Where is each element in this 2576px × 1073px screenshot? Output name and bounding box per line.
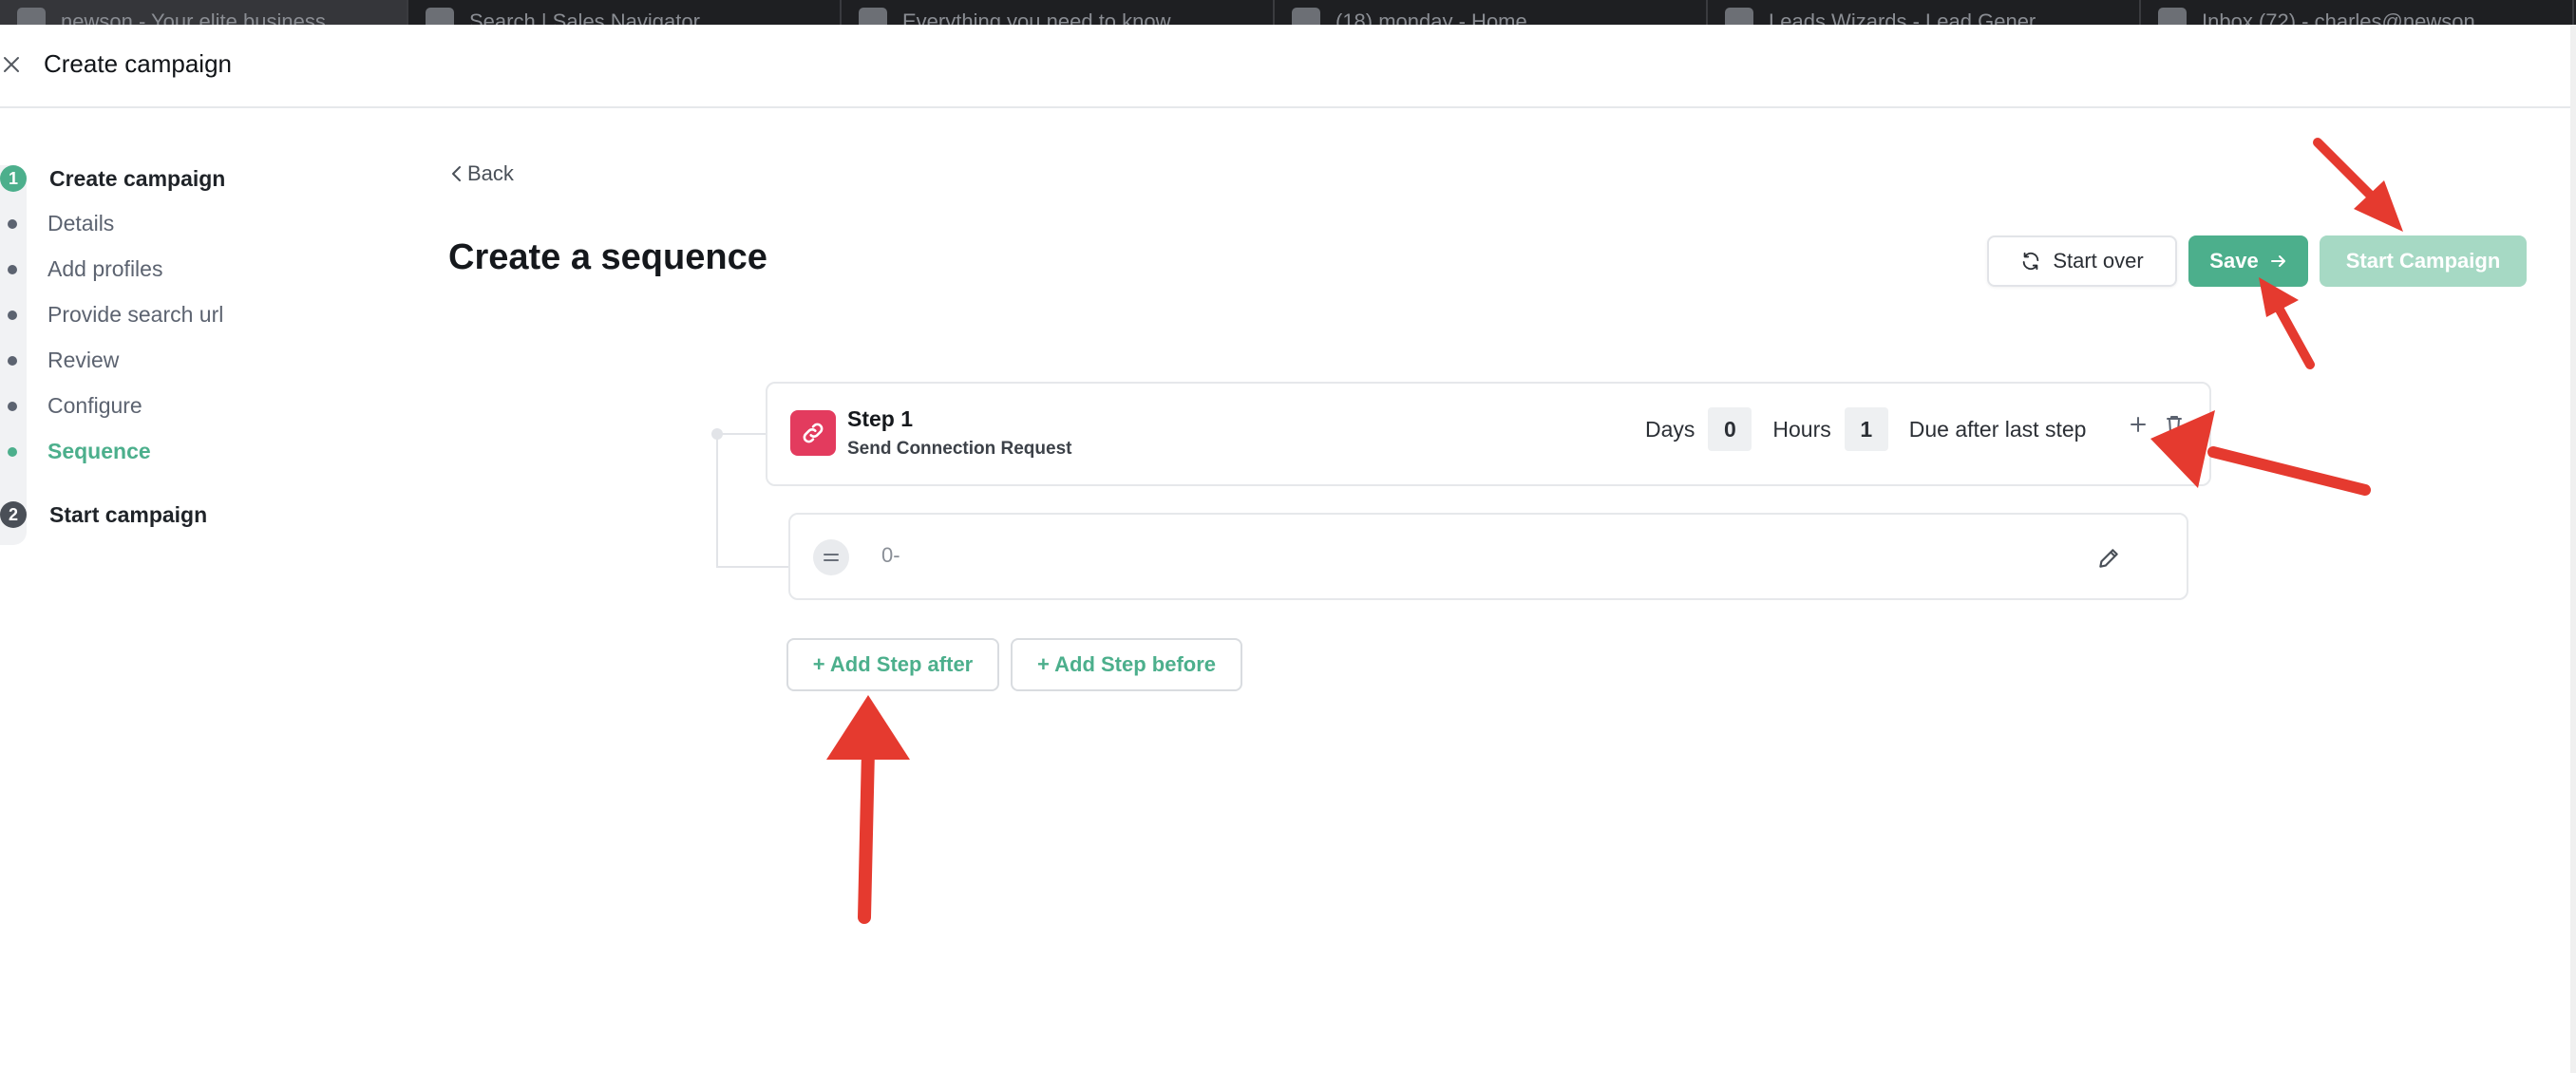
drag-handle[interactable]: [813, 539, 849, 575]
browser-tab[interactable]: Leads Wizards - Lead Gener...: [1708, 0, 2141, 25]
annotation-arrow: [826, 695, 910, 924]
trash-icon: [2167, 416, 2182, 433]
refresh-icon: [2023, 252, 2039, 271]
hours-label: Hours: [1772, 416, 1831, 442]
days-label: Days: [1645, 416, 1695, 442]
tree-connector: [716, 566, 788, 568]
stage-label: Start campaign: [49, 501, 208, 527]
start-campaign-label: Start Campaign: [2345, 249, 2501, 273]
substep-label: Configure: [47, 393, 142, 418]
edit-message-button[interactable]: [2092, 541, 2126, 575]
save-label: Save: [2209, 249, 2259, 273]
favicon-icon: [1292, 8, 1320, 25]
substep-dot: [8, 446, 17, 457]
delete-step-button[interactable]: [2160, 410, 2188, 439]
substep-label: Sequence: [47, 439, 151, 463]
chevron-left-icon: [452, 166, 461, 181]
stage-number: 1: [0, 165, 27, 192]
browser-tab[interactable]: Inbox (72) - charles@newson...: [2141, 0, 2574, 25]
browser-tab-strip: newson - Your elite business... Search |…: [0, 0, 2576, 25]
message-preview: 0-: [881, 543, 900, 567]
save-button[interactable]: Save: [2188, 235, 2308, 287]
arrow-right-icon: [2270, 255, 2285, 267]
annotation-arrow: [2259, 277, 2315, 369]
substep-label: Add profiles: [47, 256, 163, 281]
substep-configure[interactable]: Configure: [8, 393, 142, 419]
page-title: Create a sequence: [448, 237, 767, 277]
favicon-icon: [2158, 8, 2187, 25]
back-label: Back: [467, 161, 514, 185]
add-step-before-button[interactable]: + Add Step before: [1011, 638, 1242, 691]
app-header: Create campaign: [0, 25, 2576, 108]
browser-tab-title: Leads Wizards - Lead Gener...: [1769, 9, 2053, 26]
step-name: Step 1: [847, 406, 914, 431]
substep-label: Details: [47, 211, 115, 235]
step-message-card[interactable]: 0-: [788, 513, 2188, 600]
browser-tab[interactable]: newson - Your elite business...: [0, 0, 408, 25]
browser-tab-title: newson - Your elite business...: [61, 9, 344, 26]
start-over-label: Start over: [2053, 249, 2144, 273]
close-icon: [4, 57, 19, 72]
browser-tab-title: Everything you need to know...: [902, 9, 1187, 26]
campaign-stepper: 1 Create campaign Details Add profiles P…: [0, 152, 285, 547]
stage-number: 2: [0, 501, 27, 528]
drag-handle-icon: [824, 554, 839, 561]
substep-dot: [8, 218, 17, 229]
substep-dot: [8, 310, 17, 320]
plus-icon: [2131, 417, 2146, 432]
substep-sequence[interactable]: Sequence: [8, 439, 151, 464]
step-delay: Days 0 Hours 1 Due after last step: [1645, 406, 2086, 452]
start-campaign-button[interactable]: Start Campaign: [2320, 235, 2527, 287]
start-over-button[interactable]: Start over: [1987, 235, 2177, 287]
tree-connector: [716, 433, 766, 435]
sequence-step-card[interactable]: Step 1 Send Connection Request Days 0 Ho…: [766, 382, 2211, 486]
favicon-icon: [17, 8, 46, 25]
due-label: Due after last step: [1908, 416, 2087, 442]
substep-details[interactable]: Details: [8, 211, 114, 236]
step-action: Send Connection Request: [847, 439, 1072, 459]
hours-input[interactable]: 1: [1844, 407, 1888, 451]
days-input[interactable]: 0: [1708, 407, 1752, 451]
tree-connector: [716, 433, 718, 568]
annotation-arrow: [2313, 138, 2403, 232]
substep-label: Review: [47, 348, 120, 372]
add-step-after-button[interactable]: + Add Step after: [786, 638, 999, 691]
stage-start-campaign[interactable]: 2 Start campaign: [0, 501, 207, 528]
substep-dot: [8, 264, 17, 274]
substep-label: Provide search url: [47, 302, 224, 327]
add-step-button[interactable]: [2124, 410, 2152, 439]
stage-create-campaign[interactable]: 1 Create campaign: [0, 165, 225, 192]
substep-dot: [8, 401, 17, 411]
browser-tab-title: Inbox (72) - charles@newson...: [2202, 9, 2493, 26]
close-button[interactable]: [0, 53, 23, 76]
favicon-icon: [426, 8, 454, 25]
back-link[interactable]: Back: [450, 161, 514, 186]
pencil-icon: [2099, 549, 2118, 568]
browser-tab[interactable]: (18) monday - Home: [1275, 0, 1708, 25]
app-title: Create campaign: [44, 49, 232, 78]
browser-tab-title: (18) monday - Home: [1335, 9, 1527, 26]
substep-review[interactable]: Review: [8, 348, 119, 373]
stage-label: Create campaign: [49, 165, 226, 191]
scrollbar-gutter: [2570, 25, 2576, 1073]
browser-tab-title: Search | Sales Navigator: [469, 9, 700, 26]
favicon-icon: [859, 8, 887, 25]
substep-dot: [8, 355, 17, 366]
favicon-icon: [1725, 8, 1753, 25]
substep-add-profiles[interactable]: Add profiles: [8, 256, 162, 282]
browser-tab[interactable]: Search | Sales Navigator: [408, 0, 842, 25]
link-icon: [790, 410, 836, 456]
browser-tab[interactable]: Everything you need to know...: [842, 0, 1275, 25]
substep-provide-search-url[interactable]: Provide search url: [8, 302, 223, 328]
tree-node-dot: [711, 428, 723, 440]
